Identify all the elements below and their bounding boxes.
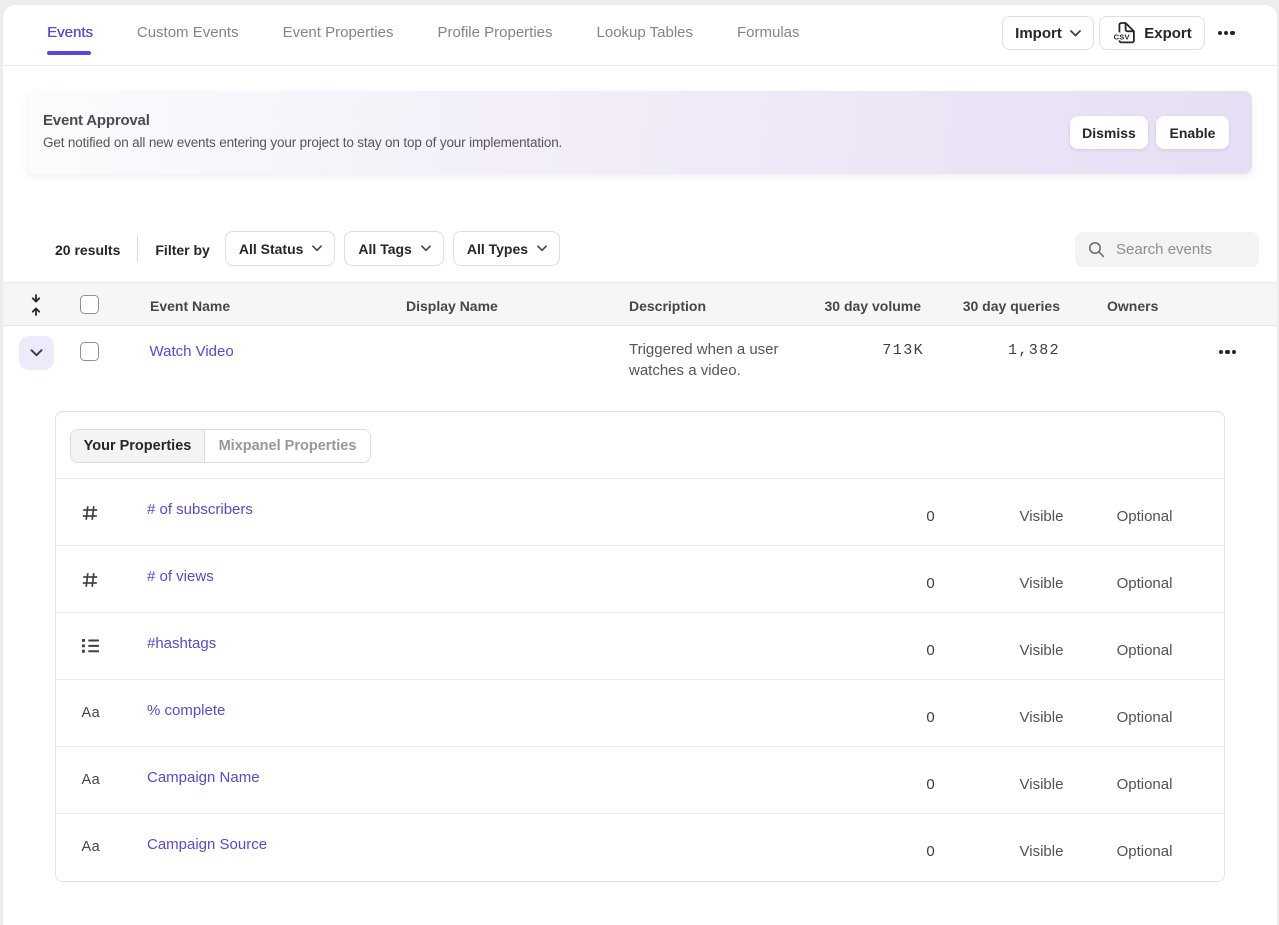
svg-text:CSV: CSV bbox=[1114, 32, 1131, 41]
